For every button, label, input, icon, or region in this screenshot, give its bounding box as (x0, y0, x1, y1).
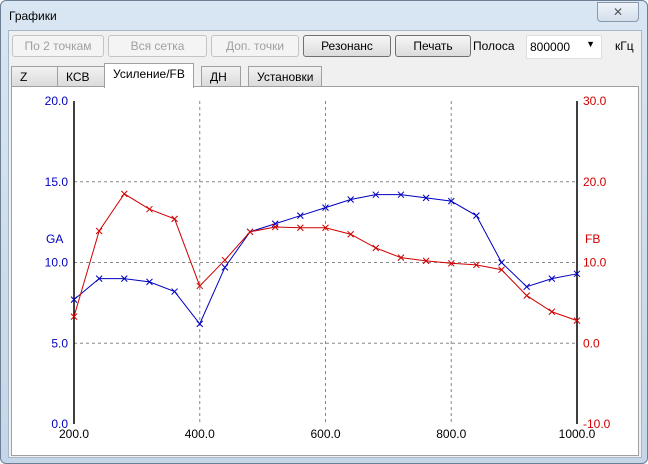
gain-fb-chart: 200.0 400.0 600.0 800.0 1000.00.05.010.015.0… (45, 94, 611, 441)
data-point-ga (271, 220, 279, 228)
unit-label: кГц (615, 39, 634, 53)
data-point-fb (523, 292, 531, 299)
close-icon[interactable]: ✕ (597, 2, 639, 22)
chevron-down-icon: ▼ (586, 39, 595, 49)
data-point-fb (548, 308, 556, 316)
y-left-tick-label: 10.0 (45, 256, 69, 270)
data-point-ga (473, 212, 480, 220)
data-point-fb (120, 190, 128, 198)
y-right-axis-label: FB (585, 232, 600, 246)
window-body: По 2 точкам Вся сетка Доп. точки Резонан… (8, 30, 642, 458)
window-title: Графики (9, 9, 57, 23)
y-right-tick-label: 30.0 (583, 94, 607, 108)
tab-pattern[interactable]: ДН (201, 66, 241, 87)
resonance-button[interactable]: Резонанс (303, 35, 391, 57)
data-point-fb (146, 205, 153, 213)
full-grid-button[interactable]: Вся сетка (108, 35, 207, 57)
print-button[interactable]: Печать (395, 35, 471, 57)
y-right-tick-label: 0.0 (583, 336, 600, 350)
chart-panel: 200.0 400.0 600.0 800.0 1000.0 0.0 5.0 10.0 15.0… (11, 86, 639, 456)
data-point-ga (296, 212, 304, 220)
y-right-tick-label: 20.0 (583, 175, 607, 189)
data-point-ga (523, 283, 531, 291)
two-points-button[interactable]: По 2 точкам (12, 35, 104, 57)
y-left-axis-label: GA (46, 232, 63, 246)
x-tick-label: 400.0 (185, 427, 215, 441)
extra-points-button[interactable]: Доп. точки (211, 35, 299, 57)
tab-settings[interactable]: Установки (248, 66, 323, 87)
x-tick-label: 600.0 (310, 427, 340, 441)
band-value: 800000 (530, 40, 571, 54)
tab-z[interactable]: Z (11, 66, 58, 87)
data-point-ga (498, 259, 505, 266)
tab-swr[interactable]: КСВ (57, 66, 105, 87)
data-point-ga (221, 263, 229, 271)
tab-gain-fb[interactable]: Усиление/FB (104, 63, 194, 88)
data-point-fb (171, 215, 178, 223)
y-right-tick-label: -10.0 (583, 417, 611, 431)
band-select[interactable]: 800000 ▼ (526, 35, 602, 59)
y-left-tick-label: 20.0 (45, 94, 69, 108)
data-point-fb (347, 230, 355, 238)
data-point-fb (372, 244, 380, 252)
band-label: Полоса (473, 39, 515, 53)
y-left-tick-label: 0.0 (51, 417, 68, 431)
data-point-ga (171, 288, 178, 295)
y-left-tick-label: 15.0 (45, 175, 69, 189)
y-left-tick-label: 5.0 (51, 336, 68, 350)
x-tick-label: 800.0 (436, 427, 466, 441)
data-point-fb (95, 227, 103, 235)
y-right-tick-label: 10.0 (583, 256, 607, 270)
graphs-window: Графики ✕ По 2 точкам Вся сетка Доп. точ… (0, 0, 648, 464)
